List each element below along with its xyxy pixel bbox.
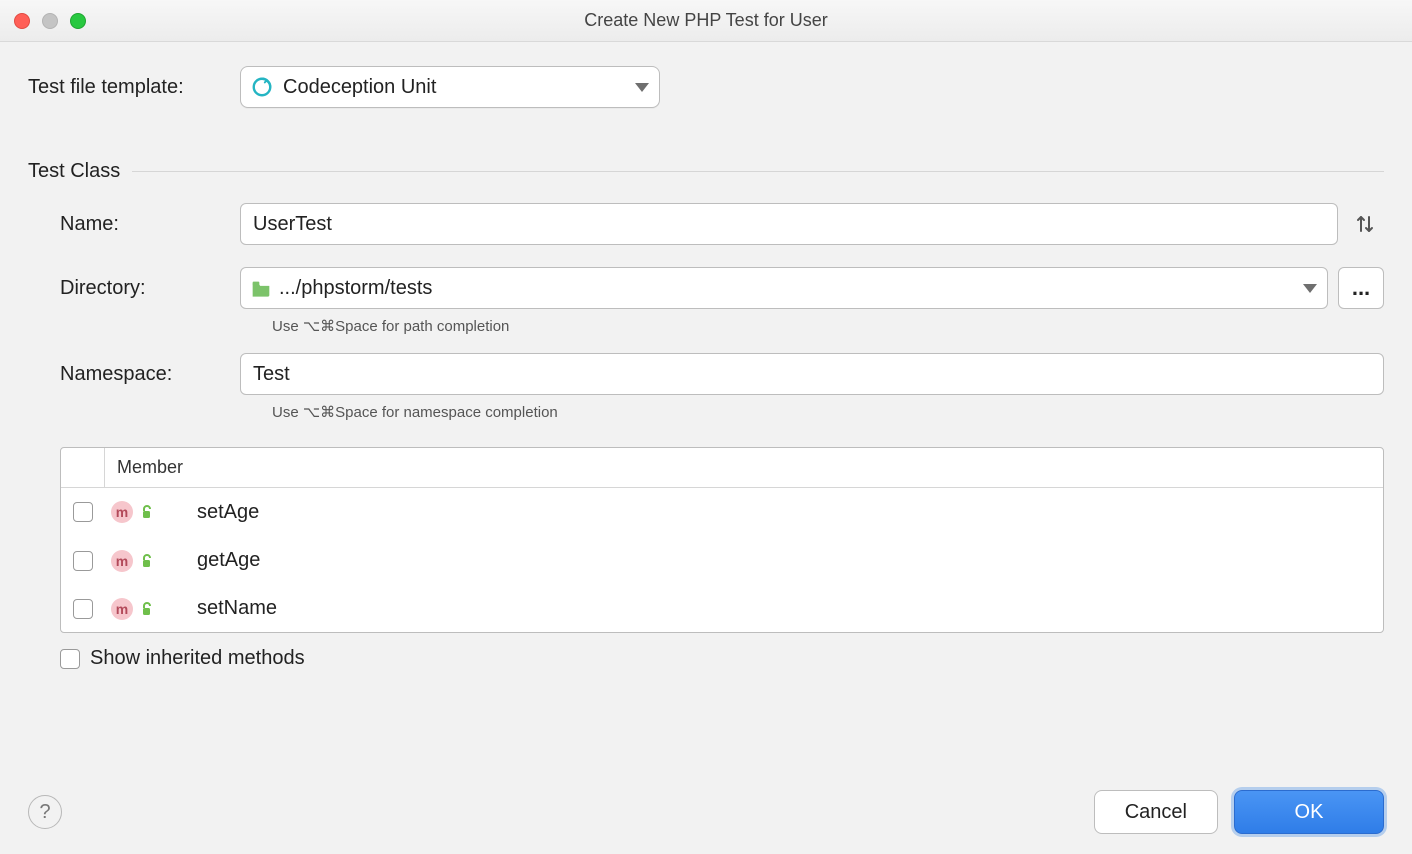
public-visibility-icon [137, 553, 153, 569]
dialog-title: Create New PHP Test for User [0, 10, 1412, 31]
member-row[interactable]: m setAge [61, 488, 1383, 536]
name-row: Name: [28, 203, 1384, 245]
browse-directory-button[interactable]: ... [1338, 267, 1384, 309]
test-class-fieldset: Test Class [28, 160, 1384, 183]
method-icon: m [111, 550, 133, 572]
show-inherited-checkbox[interactable] [60, 649, 80, 669]
member-name: setAge [197, 501, 259, 524]
member-row[interactable]: m getAge [61, 536, 1383, 584]
namespace-hint: Use ⌥⌘Space for namespace completion [240, 403, 1384, 421]
public-visibility-icon [137, 504, 153, 520]
maximize-window-button[interactable] [70, 13, 86, 29]
test-file-template-label: Test file template: [28, 76, 240, 99]
member-name: setName [197, 597, 277, 620]
folder-icon [251, 280, 271, 296]
traffic-lights [14, 13, 86, 29]
show-inherited-row: Show inherited methods [60, 647, 1384, 670]
directory-value: .../phpstorm/tests [279, 277, 1295, 300]
member-checkbox[interactable] [73, 551, 93, 571]
method-icon: m [111, 501, 133, 523]
minimize-window-button[interactable] [42, 13, 58, 29]
ok-button[interactable]: OK [1234, 790, 1384, 834]
member-row[interactable]: m setName [61, 584, 1383, 632]
titlebar: Create New PHP Test for User [0, 0, 1412, 42]
separator [132, 171, 1384, 172]
codeception-icon [251, 76, 273, 98]
method-icon: m [111, 598, 133, 620]
test-file-template-select[interactable]: Codeception Unit [240, 66, 660, 108]
test-file-template-row: Test file template: Codeception Unit [28, 66, 1384, 108]
chevron-down-icon [635, 83, 649, 92]
member-name: getAge [197, 549, 260, 572]
directory-row: Directory: .../phpstorm/tests ... [28, 267, 1384, 309]
namespace-input[interactable] [240, 353, 1384, 395]
members-header: Member [61, 448, 1383, 488]
members-table: Member m setAge m getAge m [60, 447, 1384, 633]
chevron-down-icon [1303, 284, 1317, 293]
test-class-legend: Test Class [28, 160, 120, 183]
name-label: Name: [28, 213, 240, 236]
dialog-footer: ? Cancel OK [0, 774, 1412, 854]
close-window-button[interactable] [14, 13, 30, 29]
show-inherited-label: Show inherited methods [90, 647, 305, 670]
help-button[interactable]: ? [28, 795, 62, 829]
directory-select[interactable]: .../phpstorm/tests [240, 267, 1328, 309]
dialog-content: Test file template: Codeception Unit Tes… [0, 42, 1412, 774]
members-header-label: Member [105, 457, 183, 478]
member-checkbox[interactable] [73, 502, 93, 522]
public-visibility-icon [137, 601, 153, 617]
swap-name-button[interactable] [1346, 205, 1384, 243]
directory-hint: Use ⌥⌘Space for path completion [240, 317, 1384, 335]
cancel-button[interactable]: Cancel [1094, 790, 1218, 834]
members-checkbox-column [61, 448, 105, 487]
namespace-label: Namespace: [28, 363, 240, 386]
dialog-window: Create New PHP Test for User Test file t… [0, 0, 1412, 854]
name-input[interactable] [240, 203, 1338, 245]
member-checkbox[interactable] [73, 599, 93, 619]
directory-label: Directory: [28, 277, 240, 300]
test-file-template-value: Codeception Unit [283, 76, 625, 99]
namespace-row: Namespace: [28, 353, 1384, 395]
